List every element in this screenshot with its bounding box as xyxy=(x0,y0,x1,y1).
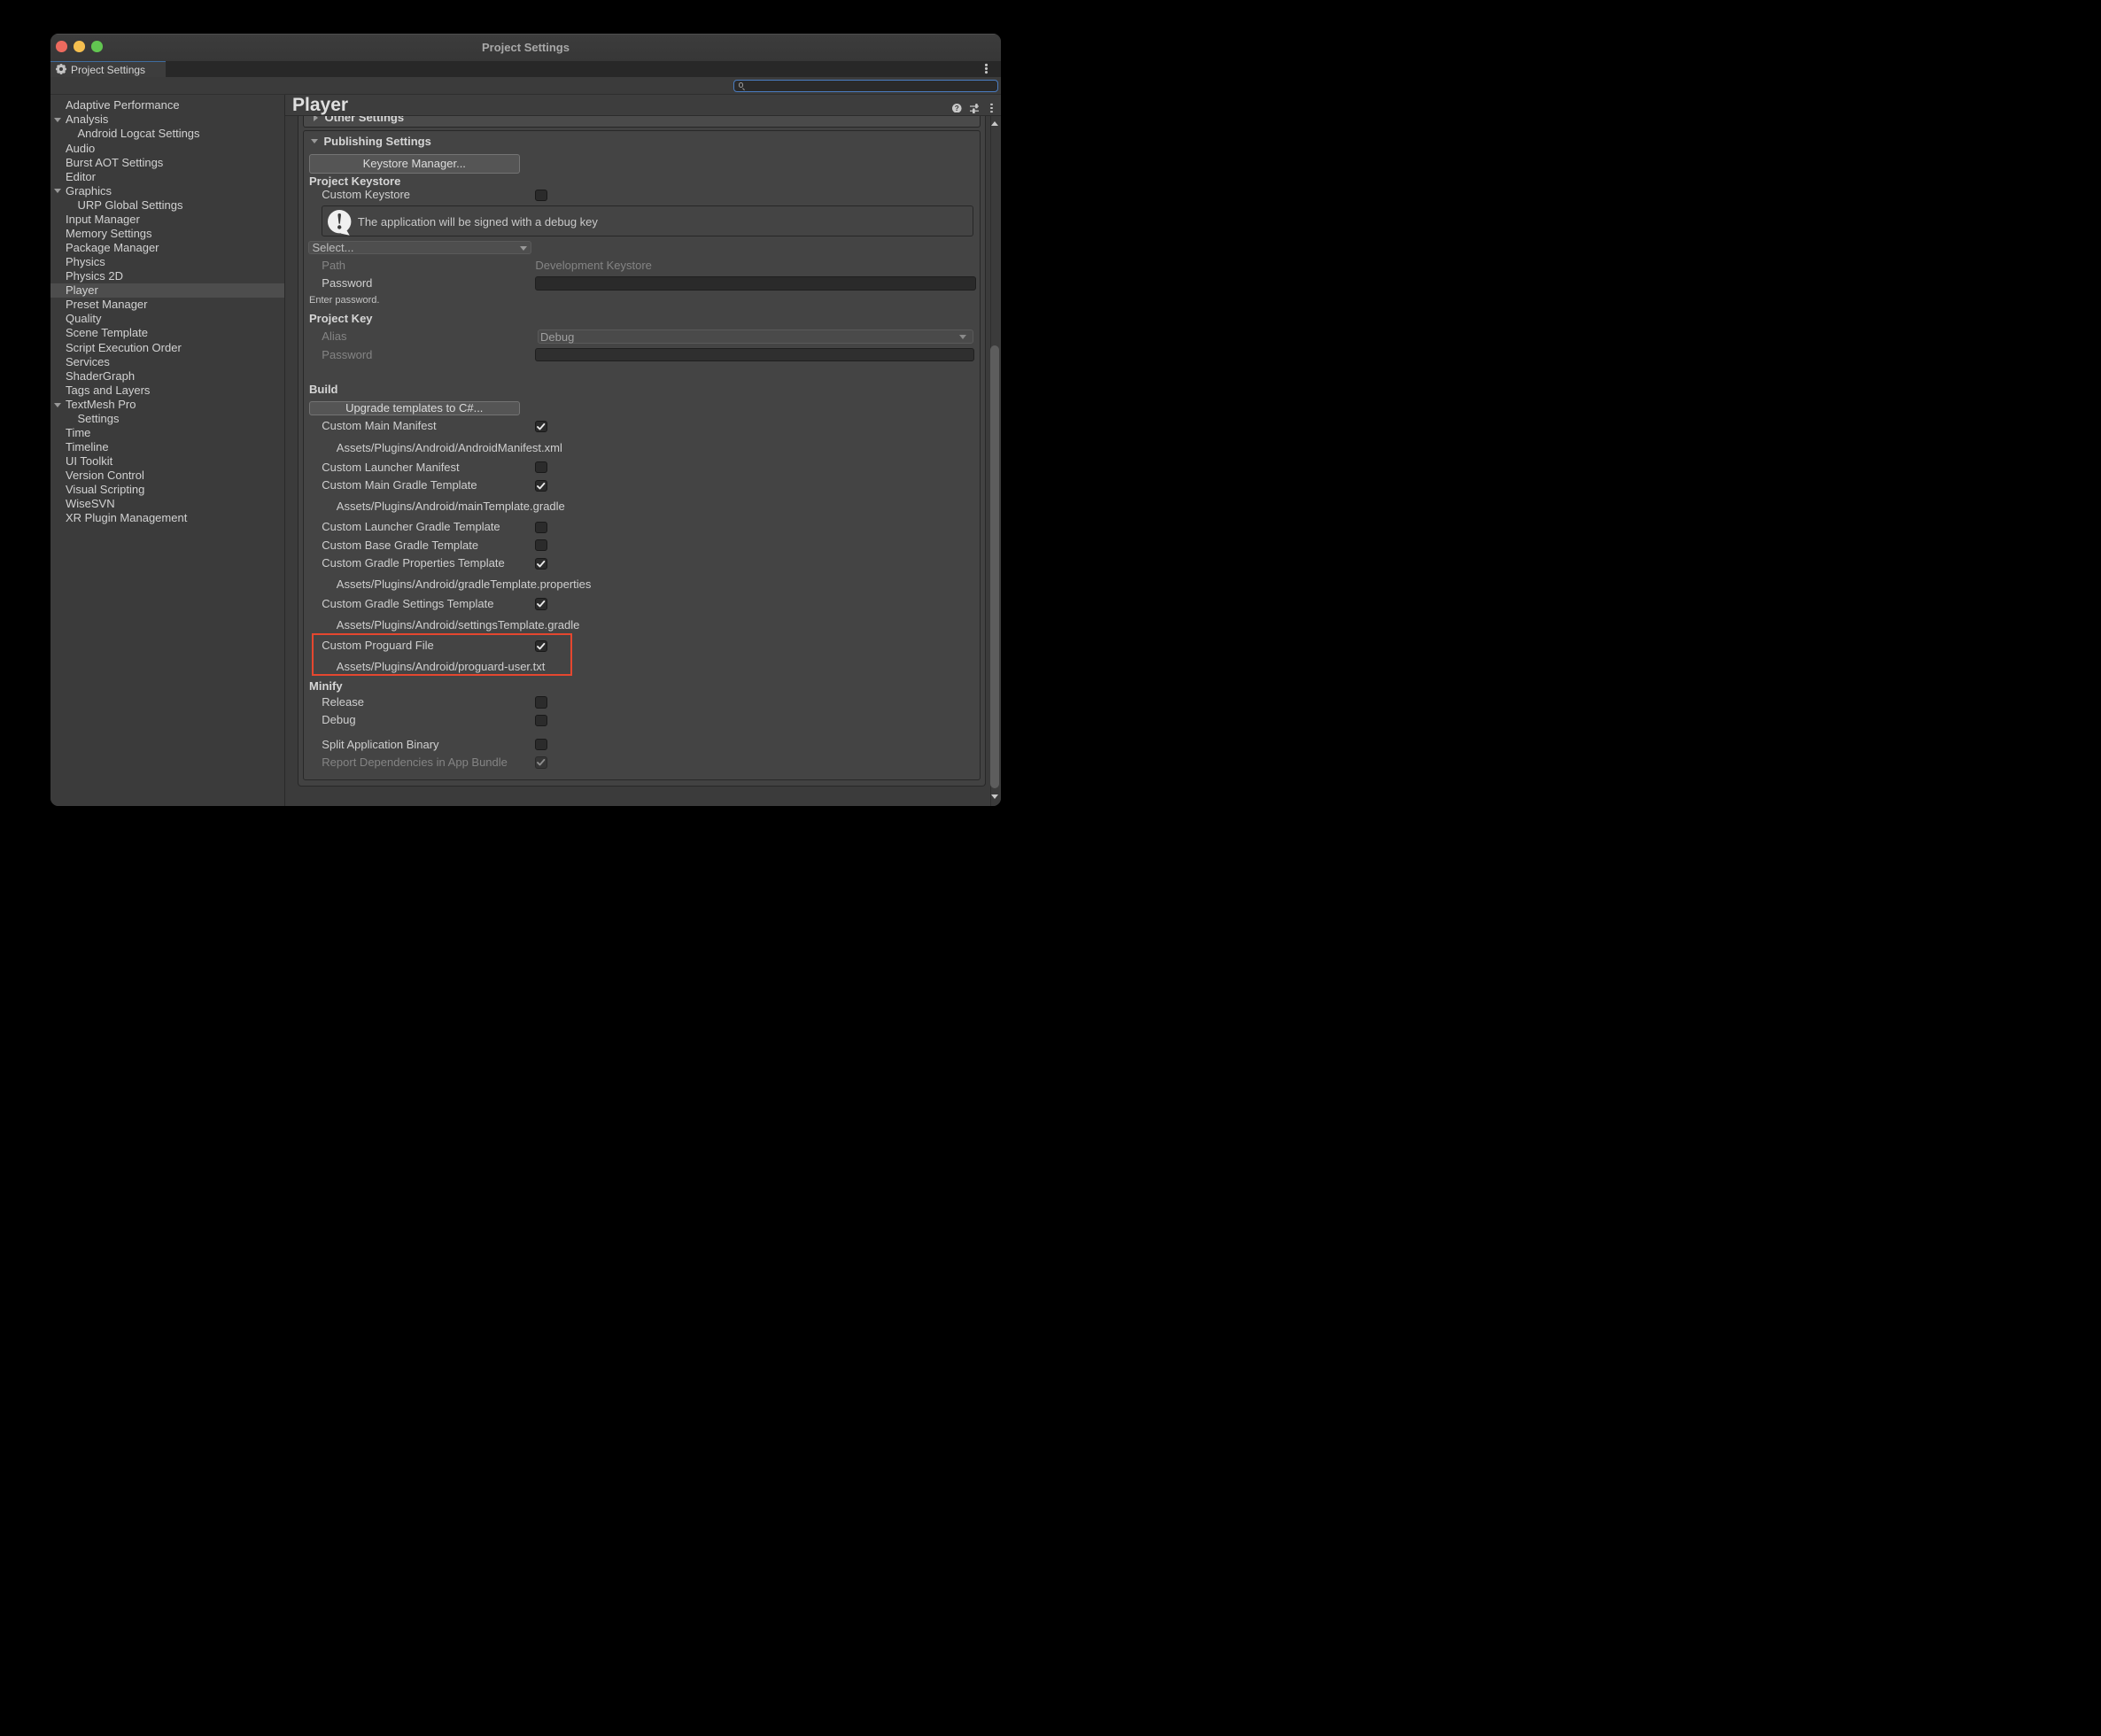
svg-text:?: ? xyxy=(955,105,959,112)
